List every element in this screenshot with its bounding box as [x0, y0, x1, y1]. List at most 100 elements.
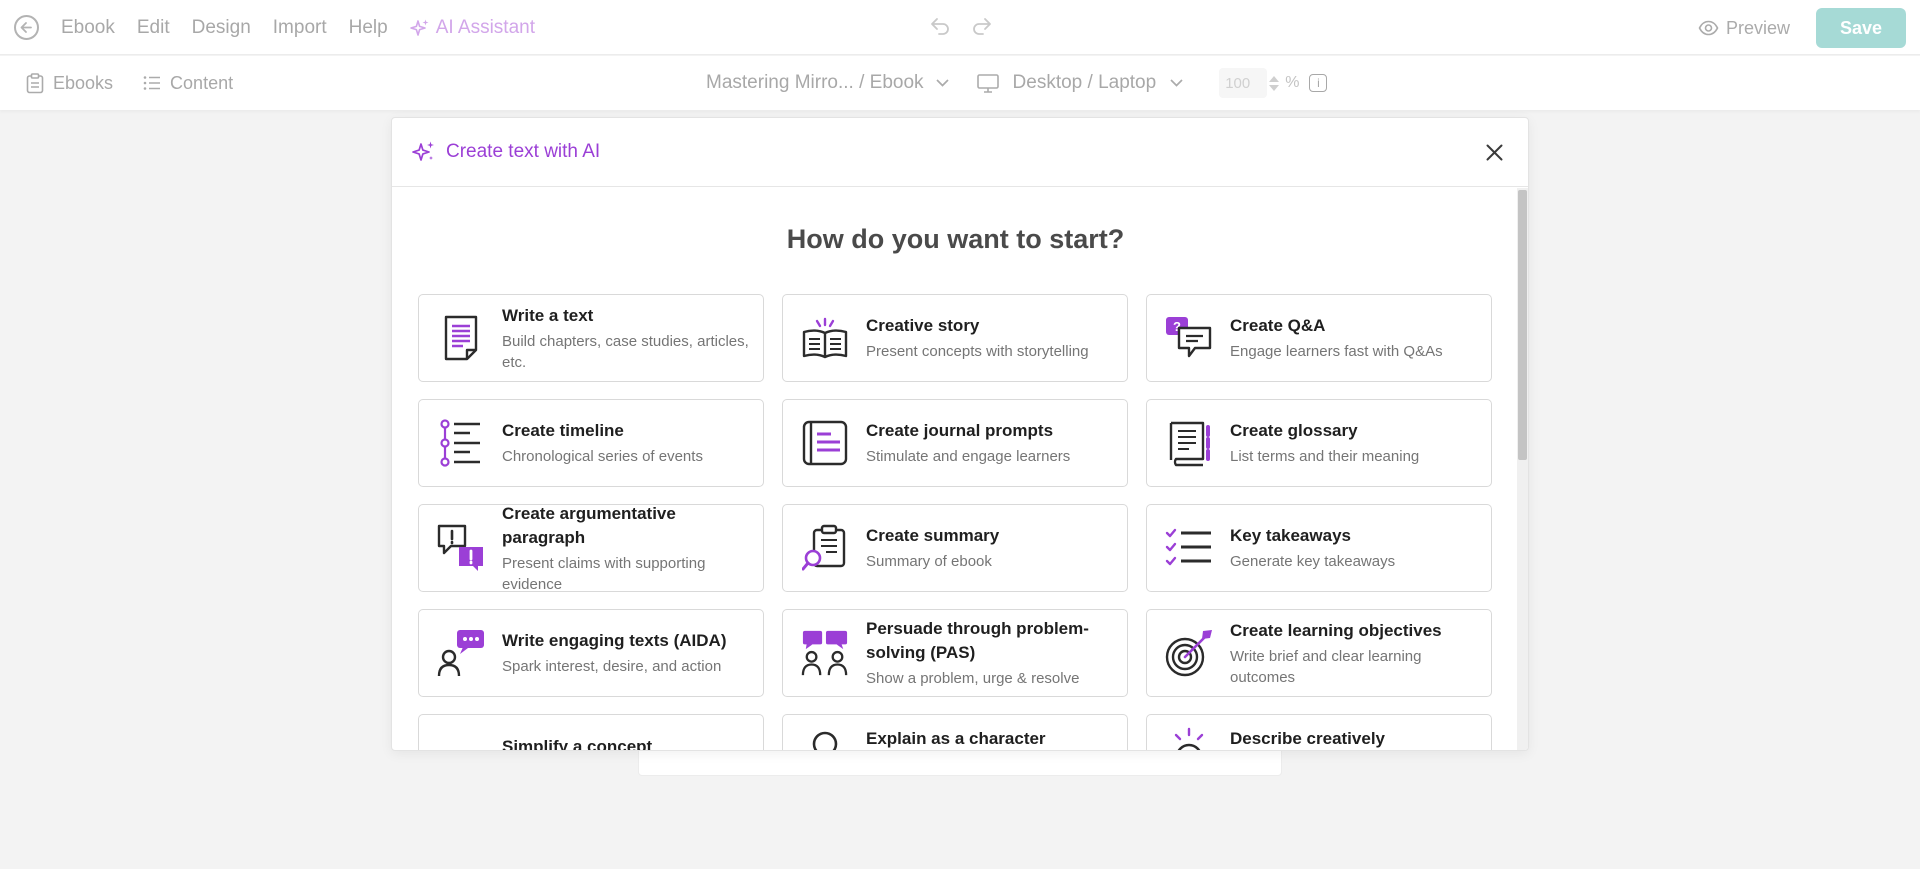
- option-describe-creatively[interactable]: Describe creatively: [1146, 714, 1492, 750]
- sub-toolbar: Ebooks Content Mastering Mirro... / Eboo…: [0, 56, 1920, 110]
- info-icon[interactable]: i: [1309, 74, 1328, 92]
- option-desc: List terms and their meaning: [1230, 448, 1420, 465]
- menu-import[interactable]: Import: [273, 17, 327, 39]
- ai-assistant-button[interactable]: AI Assistant: [409, 16, 535, 39]
- option-create-timeline[interactable]: Create timeline Chronological series of e…: [418, 399, 764, 487]
- option-desc: Spark interest, desire, and action: [502, 658, 722, 675]
- undo-icon[interactable]: [928, 14, 952, 38]
- option-title: Explain as a character: [866, 729, 1046, 748]
- close-icon: [1486, 144, 1502, 160]
- undo-redo-group: [928, 14, 994, 38]
- save-button[interactable]: Save: [1816, 8, 1906, 48]
- character-icon: [812, 731, 838, 750]
- modal-scrollbar[interactable]: [1517, 188, 1528, 750]
- chevron-down-icon: [935, 79, 949, 87]
- breadcrumb-dropdown[interactable]: Mastering Mirro... / Ebook: [706, 72, 949, 94]
- option-desc: Chronological series of events: [502, 448, 703, 465]
- option-title: Key takeaways: [1230, 526, 1351, 545]
- scrollbar-thumb[interactable]: [1518, 190, 1527, 460]
- timeline-icon: [440, 419, 480, 467]
- option-title: Creative story: [866, 316, 980, 335]
- option-create-qa[interactable]: ? Create Q&A Engage learners fast with Q&…: [1146, 294, 1492, 382]
- option-key-takeaways[interactable]: Key takeaways Generate key takeaways: [1146, 504, 1492, 592]
- close-button[interactable]: [1482, 140, 1506, 164]
- person-chat-icon: [437, 630, 484, 677]
- zoom-input[interactable]: 100: [1219, 68, 1268, 98]
- ai-assistant-label: AI Assistant: [435, 16, 535, 38]
- option-desc: Show a problem, urge & resolve: [866, 670, 1080, 687]
- option-title: Create Q&A: [1230, 316, 1326, 335]
- option-title: Create learning objectives: [1230, 620, 1442, 640]
- eye-icon: [1698, 20, 1719, 36]
- option-desc: Stimulate and engage learners: [866, 448, 1071, 465]
- caret-down-icon[interactable]: [1269, 84, 1280, 91]
- target-icon: [1165, 630, 1212, 677]
- ebooks-label: Ebooks: [53, 72, 114, 93]
- option-desc: Generate key takeaways: [1230, 553, 1396, 570]
- option-title: Write a text: [502, 305, 594, 325]
- qa-bubbles-icon: ?: [1166, 317, 1212, 358]
- document-controls: Mastering Mirro... / Ebook Desktop / Lap…: [706, 56, 1328, 110]
- option-pas[interactable]: Persuade through problem-solving (PAS) Sh…: [782, 609, 1128, 697]
- modal-title: Create text with AI: [446, 141, 601, 162]
- option-journal-prompts[interactable]: Create journal prompts Stimulate and enga…: [782, 399, 1128, 487]
- option-title: Describe creatively: [1230, 729, 1385, 748]
- modal-header: Create text with AI: [392, 118, 1528, 187]
- menu-help[interactable]: Help: [349, 17, 388, 39]
- redo-icon[interactable]: [970, 14, 994, 38]
- list-icon: [143, 76, 161, 90]
- device-label: Desktop / Laptop: [1012, 72, 1157, 93]
- option-create-glossary[interactable]: Create glossary List terms and their mean…: [1146, 399, 1492, 487]
- caret-up-icon[interactable]: [1269, 75, 1280, 82]
- content-button[interactable]: Content: [143, 73, 233, 94]
- option-title: Write engaging texts (AIDA): [502, 631, 727, 650]
- clipboard-icon: [26, 72, 44, 93]
- top-toolbar: Ebook Edit Design Import Help AI Assista…: [0, 0, 1920, 55]
- option-title: Create summary: [866, 526, 1000, 545]
- zoom-stepper[interactable]: [1269, 75, 1280, 91]
- zoom-control: 100 % i: [1219, 68, 1328, 98]
- menu-ebook[interactable]: Ebook: [61, 17, 115, 39]
- argument-bubbles-icon: [437, 524, 483, 571]
- option-desc: Present concepts with storytelling: [866, 343, 1089, 360]
- option-desc: Present claims with supporting evidence: [502, 554, 706, 593]
- people-chat-icon: [801, 630, 848, 676]
- option-title: Simplify a concept: [502, 737, 653, 751]
- chevron-down-icon: [1170, 79, 1183, 87]
- sparkle-icon: [412, 141, 434, 161]
- option-learning-objectives[interactable]: Create learning objectives Write brief an…: [1146, 609, 1492, 697]
- option-title: Persuade through problem-solving (PAS): [866, 619, 1089, 662]
- create-text-modal: Create text with AI How do you want to s…: [391, 117, 1529, 751]
- option-desc: Build chapters, case studies, articles, …: [502, 332, 749, 371]
- top-right-actions: Preview Save: [1698, 8, 1906, 48]
- glossary-book-icon: [1169, 421, 1210, 467]
- sub-left-group: Ebooks Content: [26, 56, 233, 110]
- option-creative-story[interactable]: Creative story Present concepts with stor…: [782, 294, 1128, 382]
- option-aida[interactable]: Write engaging texts (AIDA) Spark interes…: [418, 609, 764, 697]
- arrow-left-icon: [20, 22, 32, 33]
- sun-icon: [1174, 727, 1204, 750]
- monitor-icon: [976, 73, 999, 93]
- main-menu: Ebook Edit Design Import Help AI Assista…: [14, 0, 535, 55]
- open-book-icon: [802, 317, 848, 359]
- option-title: Create argumentative paragraph: [502, 503, 676, 547]
- preview-label: Preview: [1725, 17, 1790, 38]
- option-write-text[interactable]: Write a text Build chapters, case studies…: [418, 294, 764, 382]
- option-title: Create glossary: [1230, 421, 1358, 440]
- menu-edit[interactable]: Edit: [137, 17, 170, 39]
- document-icon: [444, 315, 478, 361]
- option-simplify-concept[interactable]: Simplify a concept: [418, 714, 764, 751]
- option-argumentative-paragraph[interactable]: Create argumentative paragraph Present cl…: [418, 503, 764, 593]
- content-label: Content: [170, 72, 234, 93]
- checklist-icon: [1165, 528, 1211, 566]
- device-dropdown[interactable]: Desktop / Laptop: [976, 72, 1184, 94]
- journal-icon: [802, 420, 848, 466]
- option-desc: Engage learners fast with Q&As: [1230, 343, 1443, 360]
- ebooks-button[interactable]: Ebooks: [26, 73, 113, 94]
- option-explain-character[interactable]: Explain as a character: [782, 714, 1128, 750]
- option-title: Create timeline: [502, 421, 624, 440]
- back-button[interactable]: [14, 15, 39, 40]
- preview-button[interactable]: Preview: [1698, 18, 1790, 39]
- menu-design[interactable]: Design: [192, 17, 251, 39]
- option-create-summary[interactable]: Create summary Summary of ebook: [782, 504, 1128, 592]
